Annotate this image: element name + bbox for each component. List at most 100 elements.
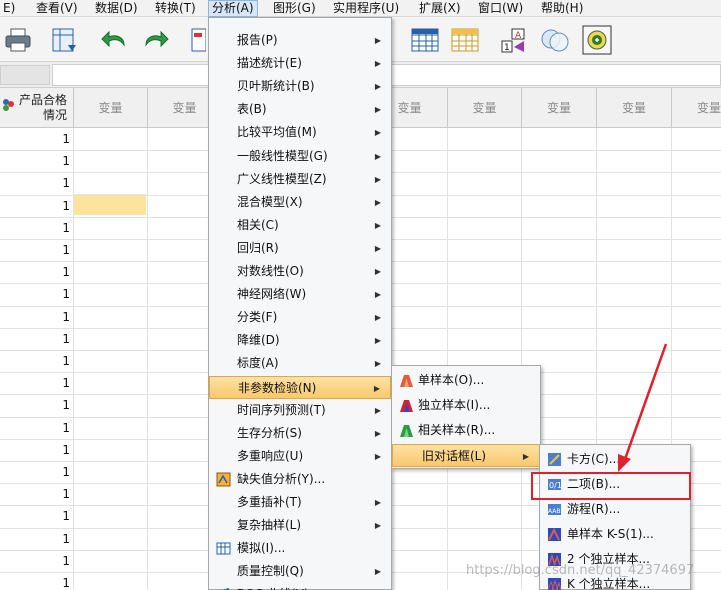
analyze-menu-item[interactable]: ROC 曲线(V)...: [209, 583, 391, 590]
table-cell[interactable]: 1: [0, 439, 73, 461]
table-cell[interactable]: 1: [0, 461, 73, 483]
goto-case-icon[interactable]: [190, 25, 206, 55]
menu-edit[interactable]: E): [0, 0, 18, 17]
menu-analyze[interactable]: 分析(A): [208, 0, 258, 17]
menu-help[interactable]: 帮助(H): [538, 0, 586, 17]
submenu-arrow-icon: ▶: [374, 128, 381, 138]
analyze-menu-item[interactable]: 缺失值分析(Y)...: [209, 468, 391, 491]
redo-icon[interactable]: [140, 25, 170, 55]
table-cell[interactable]: 1: [0, 306, 73, 328]
menu-item-label: 广义线性模型(Z): [237, 171, 327, 186]
table-cell[interactable]: 1: [0, 195, 73, 217]
menu-transform[interactable]: 转换(T): [152, 0, 199, 17]
customize-toolbar-icon[interactable]: [582, 25, 612, 55]
menu-item-label: 单样本 K-S(1)...: [567, 527, 654, 541]
table-cell[interactable]: 1: [0, 261, 73, 283]
table-cell[interactable]: 1: [0, 372, 73, 394]
menu-item-label: 混合模型(X): [237, 194, 303, 209]
column-header-product[interactable]: 产品合格 情况: [0, 88, 74, 128]
one-sample-icon: [400, 375, 413, 387]
menu-utilities[interactable]: 实用程序(U): [330, 0, 402, 17]
menu-item-label: 单样本(O)...: [418, 373, 485, 387]
column-header-var[interactable]: 变量: [74, 88, 148, 128]
goto-data-icon[interactable]: [50, 25, 80, 55]
nonparametric-menu-item[interactable]: 独立样本(I)...: [392, 394, 540, 417]
undo-icon[interactable]: [100, 25, 130, 55]
analyze-menu-item[interactable]: 回归(R) ▶: [209, 237, 391, 260]
analyze-menu-item[interactable]: 表(B) ▶: [209, 98, 391, 121]
analyze-menu-item[interactable]: 标度(A) ▶: [209, 352, 391, 375]
analyze-menu-item[interactable]: 多重插补(T) ▶: [209, 491, 391, 514]
legacy-menu-item[interactable]: AABB 游程(R)...: [540, 498, 690, 521]
analyze-menu-item[interactable]: 多重响应(U) ▶: [209, 445, 391, 468]
table-cell[interactable]: 1: [0, 172, 73, 194]
table-cell[interactable]: 1: [0, 328, 73, 350]
menu-item-label: 比较平均值(M): [237, 125, 317, 140]
analyze-menu-item[interactable]: 一般线性模型(G) ▶: [209, 145, 391, 168]
select-cases-icon[interactable]: [450, 25, 480, 55]
submenu-arrow-icon: ▶: [374, 336, 381, 346]
table-cell[interactable]: 1: [0, 128, 73, 150]
analyze-menu-item[interactable]: 描述统计(E) ▶: [209, 52, 391, 75]
submenu-arrow-icon: ▶: [373, 383, 380, 393]
table-cell[interactable]: 1: [0, 350, 73, 372]
column-header-var[interactable]: 变量: [448, 88, 522, 128]
analyze-menu-item[interactable]: 质量控制(Q) ▶: [209, 560, 391, 583]
selected-cell[interactable]: [74, 194, 146, 215]
menu-data[interactable]: 数据(D): [92, 0, 141, 17]
analyze-menu-item[interactable]: 生存分析(S) ▶: [209, 422, 391, 445]
use-variable-sets-icon[interactable]: [540, 25, 570, 55]
nonparametric-menu-item[interactable]: 旧对话框(L) ▶: [392, 444, 540, 467]
analyze-menu-item[interactable]: 比较平均值(M) ▶: [209, 121, 391, 144]
analyze-menu-item[interactable]: 降维(D) ▶: [209, 329, 391, 352]
simulation-icon: [216, 542, 231, 555]
column-header-var[interactable]: 变量: [597, 88, 672, 128]
menu-window[interactable]: 窗口(W): [475, 0, 526, 17]
menu-item-label: 生存分析(S): [237, 425, 302, 440]
table-cell[interactable]: 1: [0, 217, 73, 239]
menu-item-label: 降维(D): [237, 333, 280, 348]
column-header-var[interactable]: 变量: [522, 88, 597, 128]
legacy-menu-item[interactable]: 单样本 K-S(1)...: [540, 523, 690, 546]
submenu-arrow-icon: ▶: [522, 452, 529, 461]
table-cell[interactable]: 1: [0, 505, 73, 527]
analyze-menu-item[interactable]: 贝叶斯统计(B) ▶: [209, 75, 391, 98]
menu-item-label: ROC 曲线(V)...: [237, 583, 320, 590]
analyze-menu-item[interactable]: 时间序列预测(T) ▶: [209, 399, 391, 422]
print-icon[interactable]: [3, 25, 33, 55]
table-cell[interactable]: 1: [0, 283, 73, 305]
column-header-var[interactable]: 变量: [672, 88, 721, 128]
table-cell[interactable]: 1: [0, 150, 73, 172]
analyze-menu-item[interactable]: 分类(F) ▶: [209, 306, 391, 329]
table-cell[interactable]: 1: [0, 572, 73, 590]
analyze-menu-item[interactable]: 对数线性(O) ▶: [209, 260, 391, 283]
menu-item-label: 一般线性模型(G): [237, 148, 328, 163]
split-file-icon[interactable]: [410, 25, 440, 55]
analyze-menu-item[interactable]: 混合模型(X) ▶: [209, 191, 391, 214]
table-cell[interactable]: 1: [0, 417, 73, 439]
nonparametric-menu-item[interactable]: 相关样本(R)...: [392, 419, 540, 442]
analyze-menu-item[interactable]: 模拟(I)...: [209, 537, 391, 560]
menu-extensions[interactable]: 扩展(X): [416, 0, 464, 17]
value-labels-icon[interactable]: A 1: [500, 25, 530, 55]
menu-item-label: 独立样本(I)...: [418, 398, 491, 412]
column-header-label: 产品合格 情况: [18, 93, 67, 122]
analyze-menu-item[interactable]: 报告(P) ▶: [209, 29, 391, 52]
analyze-menu-item[interactable]: 神经网络(W) ▶: [209, 283, 391, 306]
analyze-menu-item[interactable]: 广义线性模型(Z) ▶: [209, 168, 391, 191]
menu-item-label: 质量控制(Q): [237, 564, 304, 579]
analyze-menu-item[interactable]: 复杂抽样(L) ▶: [209, 514, 391, 537]
table-cell[interactable]: 1: [0, 394, 73, 416]
analyze-menu-item[interactable]: 相关(C) ▶: [209, 214, 391, 237]
cell-reference-box[interactable]: [0, 65, 50, 85]
menu-view[interactable]: 查看(V): [33, 0, 81, 17]
nonparametric-menu-item[interactable]: 单样本(O)...: [392, 369, 540, 392]
table-cell[interactable]: 1: [0, 528, 73, 550]
table-cell[interactable]: 1: [0, 239, 73, 261]
table-cell[interactable]: 1: [0, 483, 73, 505]
annotation-highlight-box: [531, 472, 691, 500]
analyze-menu-item[interactable]: 非参数检验(N) ▶: [209, 375, 391, 399]
table-cell[interactable]: 1: [0, 550, 73, 572]
one-sample-ks-icon: [548, 527, 561, 541]
menu-graphs[interactable]: 图形(G): [270, 0, 319, 17]
